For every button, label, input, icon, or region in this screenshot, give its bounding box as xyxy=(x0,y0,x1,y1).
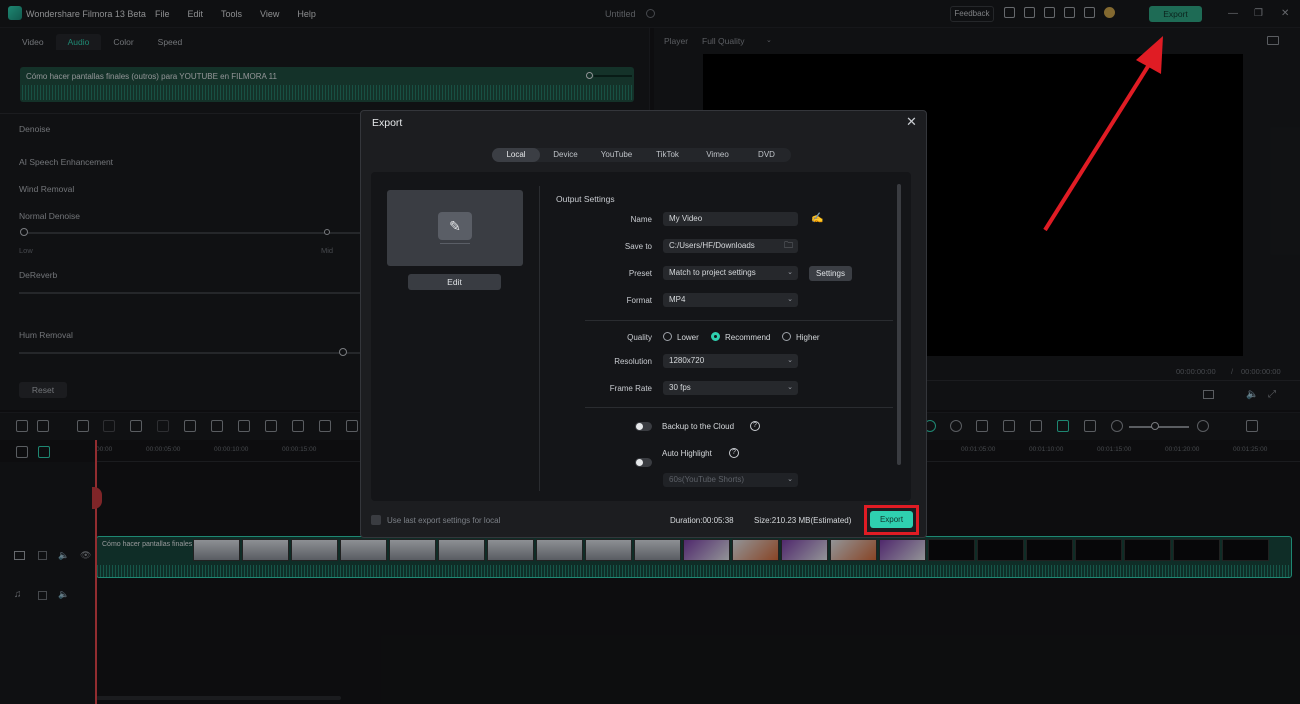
name-label: Name xyxy=(630,215,652,224)
divider xyxy=(585,320,893,321)
quality-higher-radio[interactable] xyxy=(782,332,791,341)
output-settings-heading: Output Settings xyxy=(556,194,615,204)
help-icon[interactable]: ? xyxy=(729,448,739,458)
edit-pencil-icon[interactable]: ✎ xyxy=(438,212,472,240)
tab-tiktok[interactable]: TikTok xyxy=(642,148,693,162)
backup-cloud-toggle[interactable] xyxy=(635,422,652,431)
quality-lower-label: Lower xyxy=(677,333,699,342)
settings-scrollbar[interactable] xyxy=(897,184,901,465)
quality-recommend-radio[interactable] xyxy=(711,332,720,341)
frame-rate-select[interactable]: 30 fps ⌄ xyxy=(663,381,798,395)
use-last-settings-checkbox[interactable] xyxy=(371,515,381,525)
chevron-down-icon: ⌄ xyxy=(787,384,793,391)
highlight-duration-value: 60s(YouTube Shorts) xyxy=(669,475,745,484)
annotation-arrow xyxy=(1043,36,1163,232)
tab-device[interactable]: Device xyxy=(540,148,591,162)
frame-rate-label: Frame Rate xyxy=(609,384,652,393)
help-icon[interactable]: ? xyxy=(750,421,760,431)
highlight-duration-select: 60s(YouTube Shorts) ⌄ xyxy=(663,473,798,487)
resolution-select[interactable]: 1280x720 ⌄ xyxy=(663,354,798,368)
export-tabs: Local Device YouTube TikTok Vimeo DVD xyxy=(492,148,791,162)
divider xyxy=(585,407,893,408)
duration-label: Duration:00:05:38 xyxy=(670,516,734,525)
auto-highlight-label: Auto Highlight xyxy=(662,449,712,458)
tab-dvd[interactable]: DVD xyxy=(742,148,791,162)
thumbnail-caption-line xyxy=(440,243,470,244)
preset-value: Match to project settings xyxy=(669,268,756,277)
preset-select[interactable]: Match to project settings ⌄ xyxy=(663,266,798,280)
close-icon[interactable]: ✕ xyxy=(906,114,917,130)
preset-label: Preset xyxy=(628,269,652,278)
name-input[interactable]: My Video xyxy=(663,212,798,226)
format-select[interactable]: MP4 ⌄ xyxy=(663,293,798,307)
backup-cloud-label: Backup to the Cloud xyxy=(662,422,735,431)
resolution-value: 1280x720 xyxy=(669,356,705,365)
chevron-down-icon: ⌄ xyxy=(787,357,793,364)
quality-label: Quality xyxy=(627,333,652,342)
ai-rename-icon[interactable]: ✍ xyxy=(811,213,823,224)
resolution-label: Resolution xyxy=(614,357,652,366)
quality-recommend-label: Recommend xyxy=(725,333,771,342)
tab-vimeo[interactable]: Vimeo xyxy=(693,148,742,162)
save-to-label: Save to xyxy=(624,242,652,251)
save-to-value: C:/Users/HF/Downloads xyxy=(669,241,755,250)
tab-youtube[interactable]: YouTube xyxy=(591,148,642,162)
auto-highlight-toggle[interactable] xyxy=(635,458,652,467)
dialog-title: Export xyxy=(372,117,403,129)
chevron-down-icon: ⌄ xyxy=(787,269,793,276)
tab-local[interactable]: Local xyxy=(492,148,540,162)
annotation-highlight-box xyxy=(864,505,919,535)
settings-button[interactable]: Settings xyxy=(809,266,852,281)
size-label: Size:210.23 MB(Estimated) xyxy=(754,516,852,525)
folder-icon[interactable]: 🗀 xyxy=(784,238,793,252)
chevron-down-icon: ⌄ xyxy=(787,476,793,483)
divider xyxy=(539,186,540,491)
format-label: Format xyxy=(626,296,652,305)
use-last-settings-label: Use last export settings for local xyxy=(387,516,501,525)
edit-thumbnail-button[interactable]: Edit xyxy=(408,274,501,290)
arrow-head xyxy=(1136,36,1163,74)
arrow-shaft xyxy=(1043,58,1154,232)
save-to-input[interactable]: C:/Users/HF/Downloads 🗀 xyxy=(663,239,798,253)
quality-lower-radio[interactable] xyxy=(663,332,672,341)
chevron-down-icon: ⌄ xyxy=(787,296,793,303)
quality-higher-label: Higher xyxy=(796,333,820,342)
frame-rate-value: 30 fps xyxy=(669,383,691,392)
format-value: MP4 xyxy=(669,295,686,304)
